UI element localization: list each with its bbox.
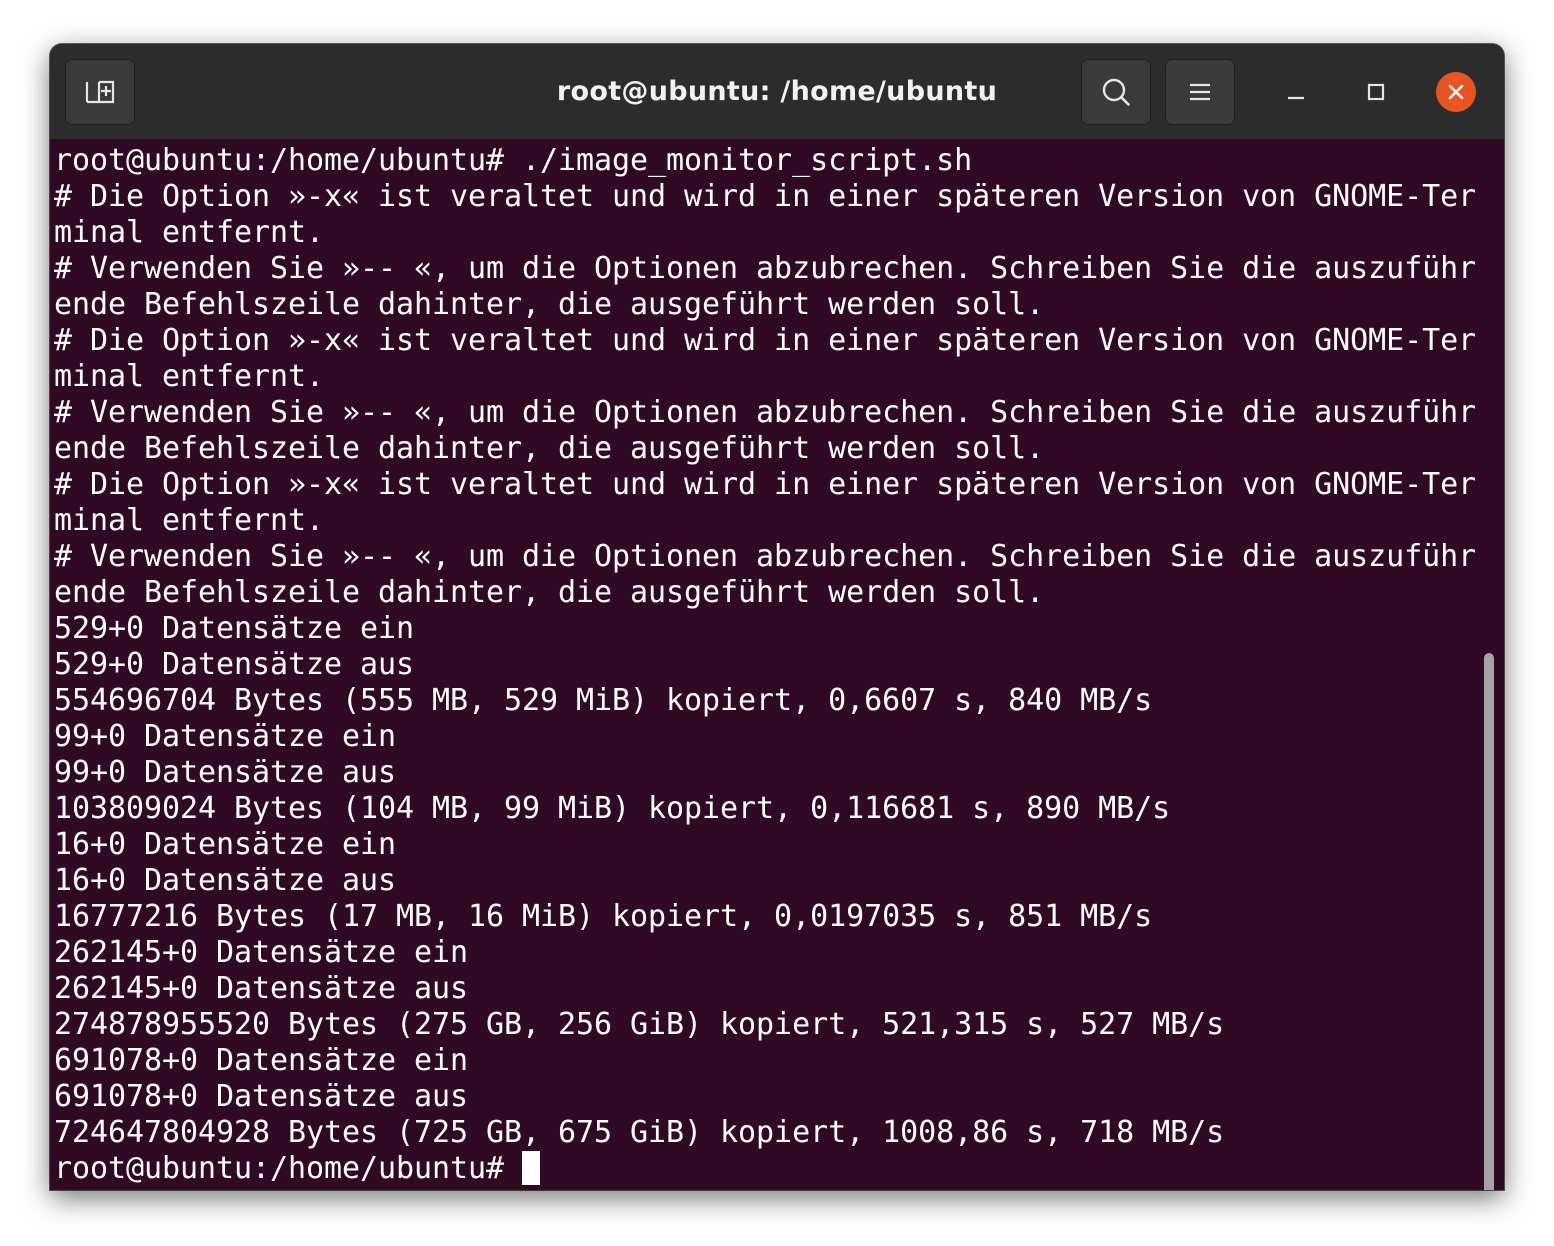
hamburger-menu-icon bbox=[1190, 83, 1210, 101]
title-bar[interactable]: root@ubuntu: /home/ubuntu bbox=[50, 44, 1504, 139]
terminal-line: 16+0 Datensätze aus bbox=[54, 863, 397, 898]
terminal-line: # Die Option »-x« ist veraltet und wird … bbox=[54, 179, 1477, 214]
terminal-line: ende Befehlszeile dahinter, die ausgefüh… bbox=[54, 287, 1045, 322]
minimize-button[interactable] bbox=[1276, 72, 1316, 112]
terminal-output-area[interactable]: root@ubuntu:/home/ubuntu# ./image_monito… bbox=[50, 139, 1504, 1190]
menu-button[interactable] bbox=[1165, 59, 1235, 125]
terminal-line: ende Befehlszeile dahinter, die ausgefüh… bbox=[54, 431, 1045, 466]
close-button[interactable] bbox=[1436, 72, 1476, 112]
shell-prompt: root@ubuntu:/home/ubuntu# bbox=[54, 1151, 523, 1186]
terminal-line: 691078+0 Datensätze ein bbox=[54, 1043, 469, 1078]
minimize-icon bbox=[1288, 96, 1304, 100]
text-cursor bbox=[522, 1151, 541, 1185]
terminal-line: # Verwenden Sie »-- «, um die Optionen a… bbox=[54, 251, 1477, 286]
terminal-line: minal entfernt. bbox=[54, 359, 325, 394]
maximize-icon bbox=[1367, 83, 1385, 101]
terminal-line: # Die Option »-x« ist veraltet und wird … bbox=[54, 323, 1477, 358]
close-icon bbox=[1448, 84, 1464, 100]
search-button[interactable] bbox=[1081, 59, 1151, 125]
terminal-line: # Verwenden Sie »-- «, um die Optionen a… bbox=[54, 539, 1477, 574]
maximize-button[interactable] bbox=[1356, 72, 1396, 112]
new-tab-button[interactable] bbox=[65, 59, 135, 125]
terminal-line: 529+0 Datensätze ein bbox=[54, 611, 415, 646]
terminal-line: # Die Option »-x« ist veraltet und wird … bbox=[54, 467, 1477, 502]
terminal-window: root@ubuntu: /home/ubuntu root@ubuntu:/h… bbox=[50, 44, 1504, 1190]
terminal-line: 724647804928 Bytes (725 GB, 675 GiB) kop… bbox=[54, 1115, 1225, 1150]
terminal-line: minal entfernt. bbox=[54, 215, 325, 250]
terminal-line: 262145+0 Datensätze aus bbox=[54, 971, 469, 1006]
terminal-line: 99+0 Datensätze ein bbox=[54, 719, 397, 754]
search-icon bbox=[1102, 78, 1130, 106]
window-title: root@ubuntu: /home/ubuntu bbox=[556, 76, 998, 107]
prompt-line[interactable]: root@ubuntu:/home/ubuntu# bbox=[54, 1151, 1476, 1187]
scrollbar-thumb[interactable] bbox=[1484, 653, 1494, 1190]
new-tab-icon bbox=[85, 80, 115, 104]
terminal-line: ende Befehlszeile dahinter, die ausgefüh… bbox=[54, 575, 1045, 610]
terminal-line: 16+0 Datensätze ein bbox=[54, 827, 397, 862]
terminal-output: root@ubuntu:/home/ubuntu# ./image_monito… bbox=[54, 143, 1476, 1187]
terminal-line: 274878955520 Bytes (275 GB, 256 GiB) kop… bbox=[54, 1007, 1225, 1042]
terminal-line: root@ubuntu:/home/ubuntu# ./image_monito… bbox=[54, 143, 973, 178]
terminal-line: 16777216 Bytes (17 MB, 16 MiB) kopiert, … bbox=[54, 899, 1153, 934]
terminal-line: # Verwenden Sie »-- «, um die Optionen a… bbox=[54, 395, 1477, 430]
terminal-line: 554696704 Bytes (555 MB, 529 MiB) kopier… bbox=[54, 683, 1153, 718]
terminal-line: 529+0 Datensätze aus bbox=[54, 647, 415, 682]
terminal-line: 691078+0 Datensätze aus bbox=[54, 1079, 469, 1114]
terminal-line: minal entfernt. bbox=[54, 503, 325, 538]
terminal-line: 103809024 Bytes (104 MB, 99 MiB) kopiert… bbox=[54, 791, 1171, 826]
terminal-line: 262145+0 Datensätze ein bbox=[54, 935, 469, 970]
terminal-line: 99+0 Datensätze aus bbox=[54, 755, 397, 790]
